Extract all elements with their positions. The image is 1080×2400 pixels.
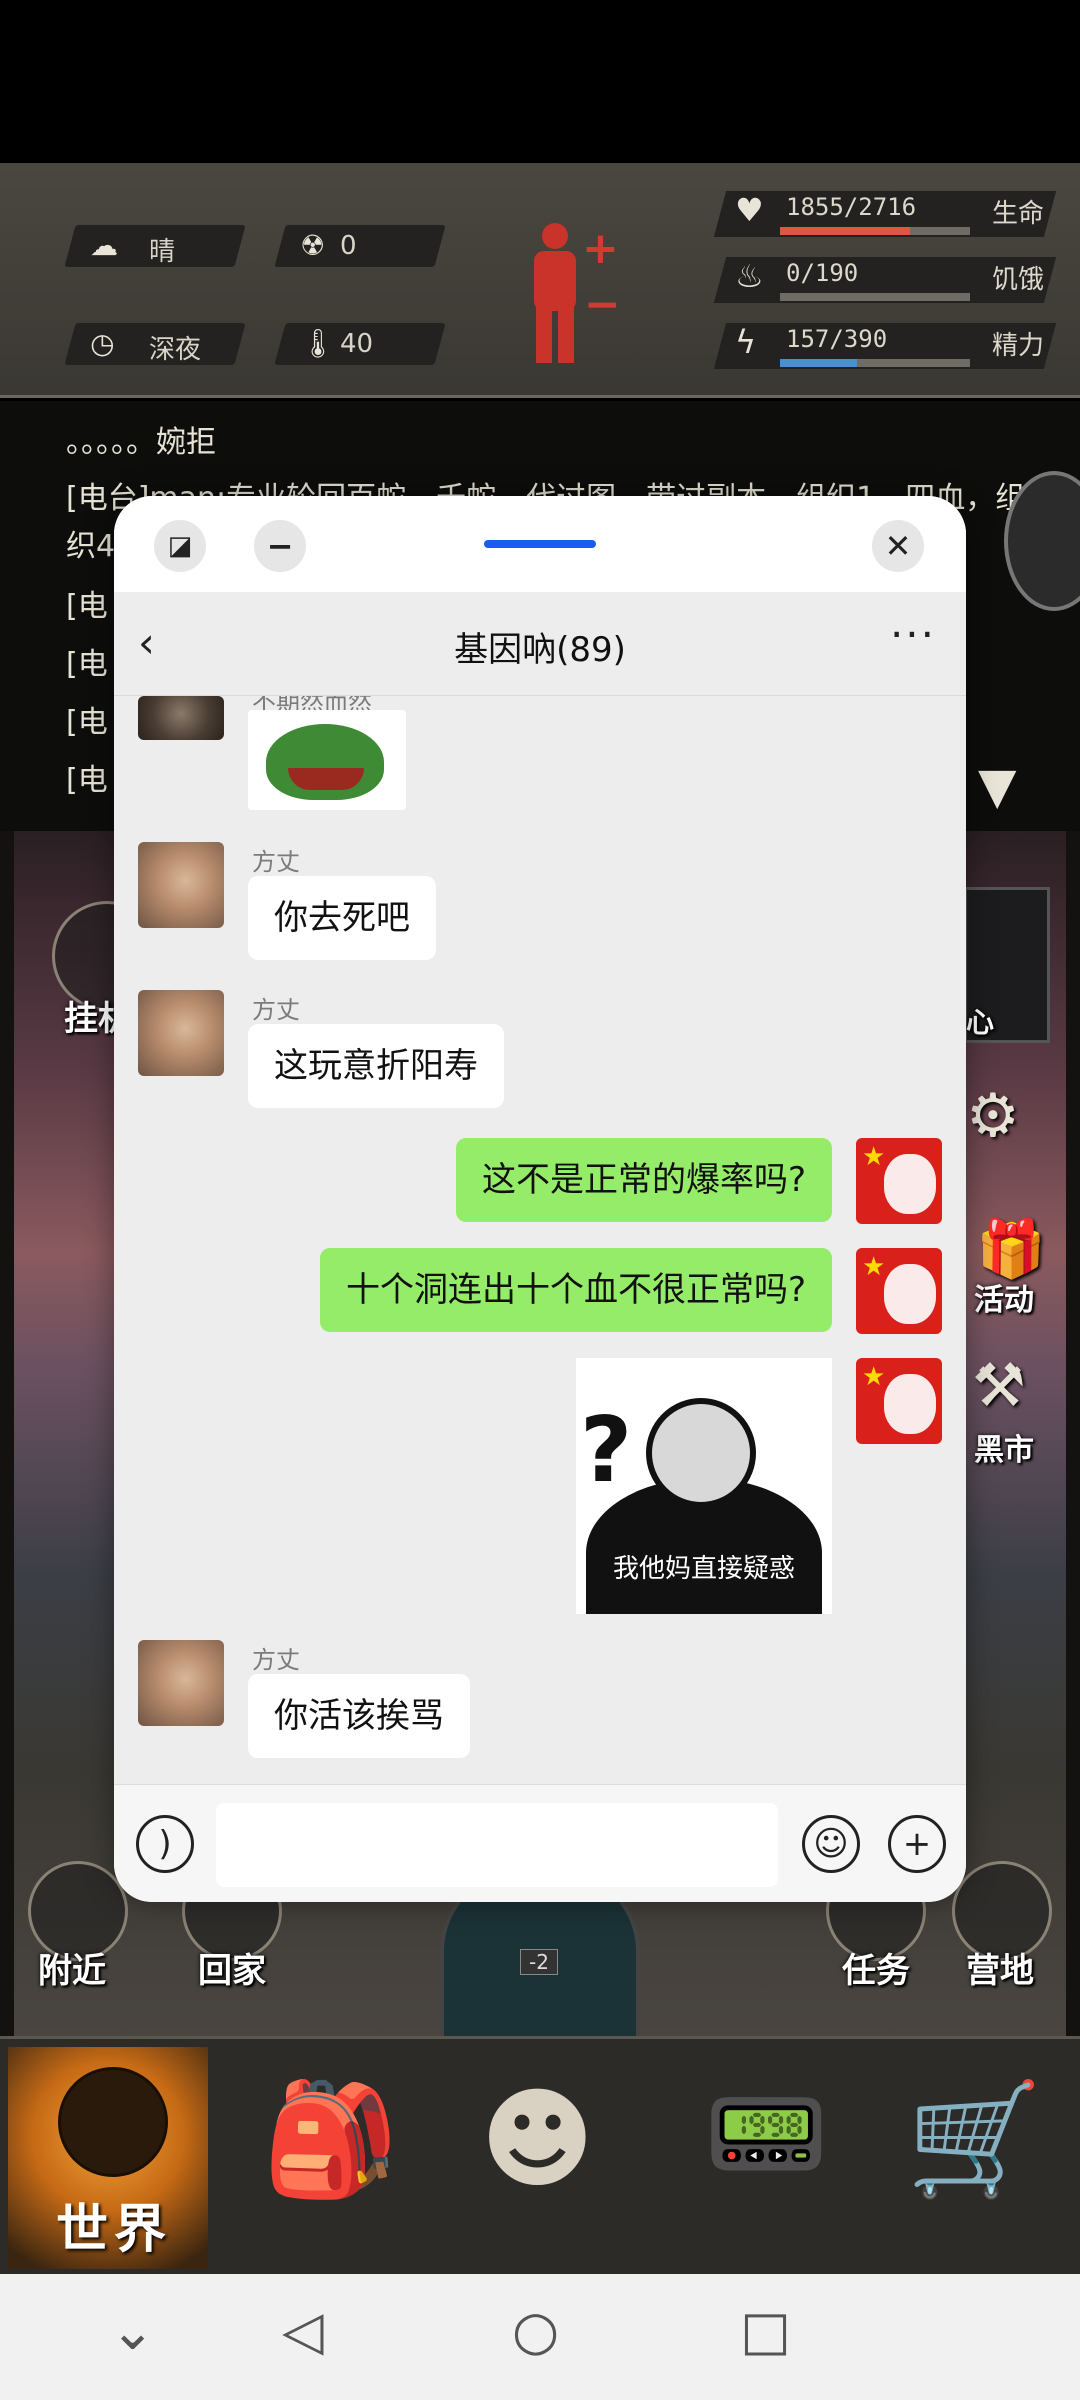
time-text: 深夜 (149, 335, 202, 365)
message-bubble[interactable]: 你去死吧 (248, 876, 436, 960)
energy-bar-fill (780, 359, 857, 367)
system-nav-bar: ⌄ ◁ ○ □ (0, 2274, 1080, 2400)
avatar[interactable]: ★ (856, 1358, 942, 1444)
health-value: 1855/2716 (786, 193, 917, 221)
avatar[interactable]: ★ (856, 1248, 942, 1334)
health-bar-fill (780, 227, 910, 235)
temperature-pill: 🌡 40 (274, 323, 446, 365)
collapse-chevron-icon[interactable]: ▼ (978, 761, 1016, 811)
chat-log-line: [电 (66, 647, 108, 682)
radiation-pill: ☢ 0 (274, 225, 446, 267)
sticker-caption: 我他妈直接疑惑 (612, 1554, 795, 1584)
close-icon[interactable]: ✕ (872, 520, 924, 572)
fullscreen-icon[interactable]: ◪ (154, 520, 206, 572)
sun-cloud-icon: ☁ (90, 229, 119, 262)
plus-icon[interactable]: + (888, 1815, 946, 1873)
sender-name: 方丈 (252, 1646, 300, 1674)
energy-bar (780, 359, 970, 367)
radiation-icon: ☢ (300, 229, 326, 262)
chat-title: 基因吶(89) (454, 630, 626, 670)
lightning-icon: ϟ (735, 323, 757, 361)
stomach-icon: ♨ (735, 257, 764, 295)
avatar[interactable] (138, 842, 224, 928)
radio-icon[interactable]: 📟 (704, 2084, 829, 2184)
sender-name: 方丈 (252, 996, 300, 1024)
gear-icon[interactable]: ⚙ (966, 1081, 1020, 1151)
hunger-bar (780, 293, 970, 301)
center-label: 心 (966, 1006, 995, 1039)
window-bar[interactable]: ◪ − ✕ (114, 496, 966, 592)
radiation-value: 0 (340, 231, 357, 261)
clock-icon: ◷ (90, 327, 115, 360)
drag-handle[interactable] (484, 540, 596, 548)
message-bubble[interactable]: 这不是正常的爆率吗? (455, 1138, 832, 1222)
temperature-value: 40 (340, 329, 374, 359)
minimize-icon[interactable]: − (254, 520, 306, 572)
chat-log-line: [电 (66, 763, 108, 798)
chat-log-line: [电 (66, 705, 108, 740)
home-label: 回家 (198, 1951, 266, 1991)
world-label: 世界 (56, 2200, 173, 2260)
camp-label: 营地 (966, 1951, 1034, 1991)
avatar[interactable] (138, 990, 224, 1076)
chat-log-line: [电 (66, 589, 108, 624)
head-gears-icon[interactable]: ☻ (480, 2084, 595, 2194)
message-bubble[interactable]: 十个洞连出十个血不很正常吗? (319, 1248, 832, 1332)
world-tab[interactable]: 世界 (8, 2047, 208, 2269)
hunger-value: 0/190 (786, 259, 859, 287)
home-nav-icon[interactable]: ○ (512, 2304, 559, 2358)
chat-log-line: 织4 (66, 529, 116, 564)
recents-nav-icon[interactable]: □ (740, 2304, 791, 2358)
backpack-icon[interactable]: 🎒 (262, 2084, 399, 2194)
globe-icon (58, 2067, 168, 2177)
body-icon[interactable]: + − (520, 223, 621, 363)
gift-icon[interactable]: 🎁 (976, 1216, 1046, 1282)
weather-text: 晴 (149, 237, 176, 267)
message-bubble[interactable]: 你活该挨骂 (248, 1674, 470, 1758)
input-bar: ) ☺ + (114, 1784, 966, 1902)
message-input[interactable] (216, 1803, 778, 1887)
thermometer-icon: 🌡 (300, 327, 336, 360)
energy-value: 157/390 (786, 325, 888, 353)
sticker-image[interactable] (248, 710, 406, 810)
voice-icon[interactable]: ) (136, 1815, 194, 1873)
activity-label: 活动 (974, 1283, 1034, 1318)
more-icon[interactable]: ··· (890, 610, 936, 659)
energy-label: 精力 (992, 331, 1045, 361)
task-label: 任务 (842, 1951, 910, 1991)
sticker-image[interactable]: ? 我他妈直接疑惑 (576, 1358, 832, 1614)
chat-header: ‹ 基因吶(89) ··· (114, 592, 966, 696)
health-label: 生命 (992, 199, 1045, 229)
message-list[interactable]: 不期然而然 方丈 你去死吧 方丈 这玩意折阳寿 ★ 这不是正常的爆率吗? ★ 十… (114, 696, 966, 1784)
avatar[interactable] (138, 1640, 224, 1726)
time-pill: ◷ 深夜 (64, 323, 246, 365)
market-label: 黑市 (974, 1433, 1034, 1468)
nearby-label: 附近 (38, 1951, 106, 1991)
heart-icon: ♥ (735, 191, 764, 229)
chat-log-line: 。。。。。婉拒 (66, 425, 216, 460)
avatar[interactable]: ★ (856, 1138, 942, 1224)
avatar[interactable] (138, 696, 224, 740)
emoji-icon[interactable]: ☺ (802, 1815, 860, 1873)
back-nav-icon[interactable]: ◁ (282, 2304, 324, 2358)
hunger-label: 饥饿 (992, 265, 1045, 295)
game-bottom-nav: 世界 🎒 ☻ 📟 🛒 (0, 2036, 1080, 2274)
weather-pill: ☁ 晴 (64, 225, 246, 267)
health-bar (780, 227, 970, 235)
map-level: -2 (520, 1949, 558, 1975)
hide-keyboard-icon[interactable]: ⌄ (110, 2304, 155, 2358)
game-status-panel: ☁ 晴 ☢ 0 ◷ 深夜 🌡 40 + − ♥ 1855/2716 生命 ♨ 0… (0, 163, 1080, 398)
message-bubble[interactable]: 这玩意折阳寿 (248, 1024, 504, 1108)
chat-window[interactable]: ◪ − ✕ ‹ 基因吶(89) ··· 不期然而然 方丈 你去死吧 方丈 这玩意… (114, 496, 966, 1902)
screen: ☁ 晴 ☢ 0 ◷ 深夜 🌡 40 + − ♥ 1855/2716 生命 ♨ 0… (0, 0, 1080, 2400)
hammer-icon[interactable]: ⚒ (972, 1351, 1026, 1421)
sender-name: 方丈 (252, 848, 300, 876)
cart-icon[interactable]: 🛒 (906, 2084, 1043, 2194)
